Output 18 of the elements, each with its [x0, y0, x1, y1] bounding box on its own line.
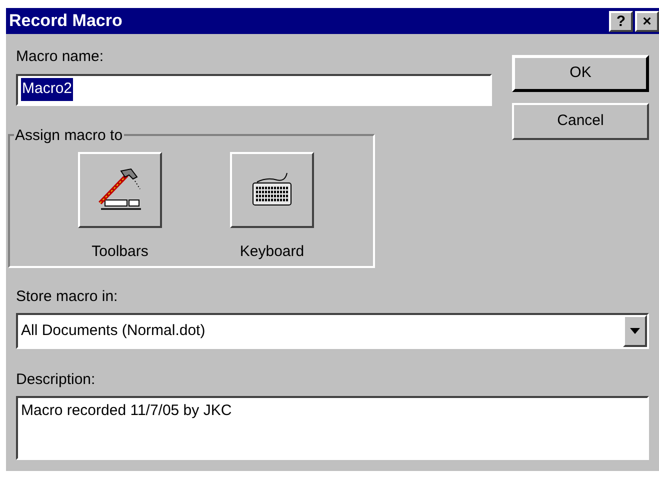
- toolbars-button[interactable]: [78, 152, 162, 228]
- store-label: Store macro in:: [16, 286, 119, 306]
- window-title: Record Macro: [9, 10, 122, 32]
- assign-target-label: Toolbars: [92, 242, 148, 262]
- assign-target-label: Keyboard: [240, 242, 304, 262]
- description-field[interactable]: Macro recorded 11/7/05 by JKC: [16, 396, 649, 460]
- keyboard-button[interactable]: [230, 152, 314, 228]
- macro-name-field[interactable]: Macro2: [16, 74, 492, 106]
- description-value: Macro recorded 11/7/05 by JKC: [21, 402, 232, 418]
- macro-name-label: Macro name:: [16, 47, 105, 67]
- store-dropdown[interactable]: All Documents (Normal.dot): [16, 313, 649, 349]
- ok-button[interactable]: OK: [512, 55, 649, 92]
- close-button[interactable]: ×: [635, 10, 659, 32]
- help-button[interactable]: ?: [609, 10, 633, 32]
- description-label: Description:: [16, 370, 96, 390]
- store-value: All Documents (Normal.dot): [21, 320, 206, 341]
- cancel-button[interactable]: Cancel: [512, 103, 649, 140]
- macro-name-value: Macro2: [21, 78, 74, 101]
